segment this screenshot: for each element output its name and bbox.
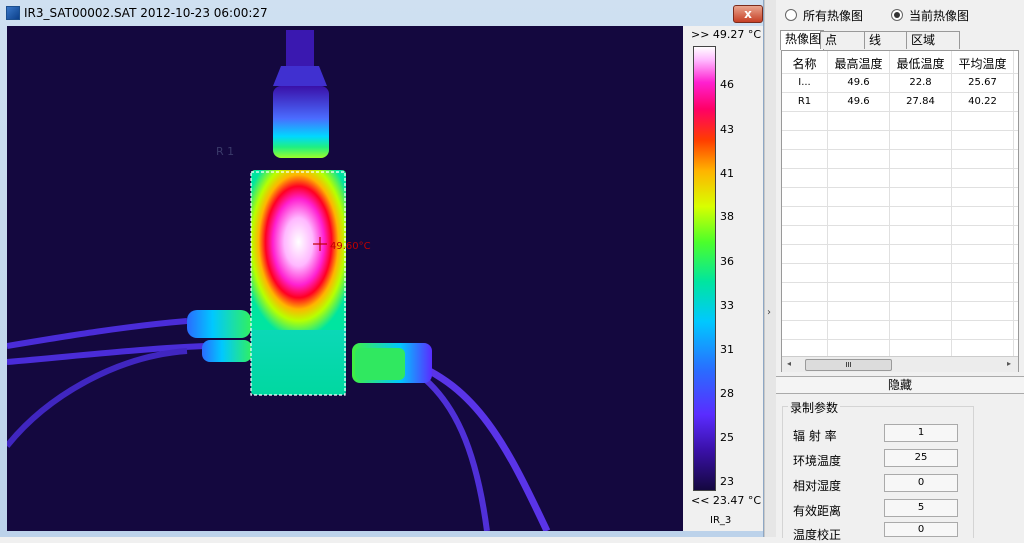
- param-label-emissivity: 辐 射 率: [793, 429, 837, 443]
- scroll-thumb[interactable]: III: [805, 359, 892, 371]
- table-row[interactable]: I... 49.6 22.8 25.67: [782, 74, 1018, 93]
- thermal-image-window: IR3_SAT00002.SAT 2012-10-23 06:00:27 x R…: [0, 0, 764, 537]
- radio-all-images[interactable]: 所有热像图: [785, 7, 863, 24]
- recording-params-title: 录制参数: [788, 399, 841, 416]
- table-cell: 27.84: [890, 93, 952, 111]
- empty-row: [782, 188, 1018, 207]
- column-divider: [951, 51, 952, 356]
- column-divider: [1013, 51, 1014, 356]
- scale-min-label: << 23.47 °C: [691, 494, 762, 507]
- radio-current-image[interactable]: 当前热像图: [891, 7, 969, 24]
- table-cell: I...: [782, 74, 828, 92]
- tab-point[interactable]: 点: [820, 31, 868, 49]
- scale-tick: 23: [720, 475, 734, 488]
- empty-row: [782, 264, 1018, 283]
- scale-name: IR_3: [710, 515, 732, 526]
- param-label-humidity: 相对湿度: [793, 479, 842, 493]
- scale-tick: 38: [720, 210, 734, 223]
- column-divider: [827, 51, 828, 356]
- param-field-temp-correction[interactable]: 0: [884, 522, 958, 537]
- scale-tick: 41: [720, 167, 734, 180]
- empty-row: [782, 245, 1018, 264]
- empty-row: [782, 321, 1018, 340]
- color-scale: >> 49.27 °C 46 43 41 38 36 33 31 28 25 2…: [683, 26, 763, 531]
- chevron-right-icon[interactable]: ›: [767, 307, 771, 318]
- scale-tick: 33: [720, 299, 734, 312]
- tab-line[interactable]: 线: [864, 31, 910, 49]
- empty-row: [782, 226, 1018, 245]
- param-field-ambient-temp[interactable]: 25: [884, 449, 958, 467]
- scale-tick: 43: [720, 123, 734, 136]
- empty-row: [782, 207, 1018, 226]
- close-button[interactable]: x: [733, 5, 763, 23]
- radio-button-icon[interactable]: [785, 9, 797, 21]
- tab-thermal-image[interactable]: 热像图: [780, 30, 824, 50]
- measurement-table: 名称 最高温度 最低温度 平均温度 I... 49.6 22.8 25.67 R…: [781, 50, 1019, 372]
- roi-label: R 1: [216, 145, 235, 158]
- thermal-image[interactable]: R 1 49.60°C: [7, 26, 683, 531]
- analysis-panel: 所有热像图 当前热像图 热像图 点 线 区域 名称 最高温度 最低温度 平均温度…: [776, 0, 1024, 542]
- horizontal-scrollbar[interactable]: ◂ III ▸: [782, 356, 1018, 372]
- table-row[interactable]: R1 49.6 27.84 40.22: [782, 93, 1018, 112]
- table-cell: 25.67: [952, 74, 1014, 92]
- empty-row: [782, 112, 1018, 131]
- column-header[interactable]: 最高温度: [828, 55, 890, 73]
- table-cell: 49.6: [828, 93, 890, 111]
- table-header-row: 名称 最高温度 最低温度 平均温度: [782, 55, 1018, 74]
- cursor-temperature: 49.60°C: [330, 241, 371, 252]
- scroll-right-icon[interactable]: ▸: [1007, 359, 1011, 368]
- param-label-ambient-temp: 环境温度: [793, 454, 842, 468]
- scale-tick: 46: [720, 78, 734, 91]
- app-icon: [6, 6, 20, 20]
- empty-row: [782, 131, 1018, 150]
- radio-button-selected-icon[interactable]: [891, 9, 903, 21]
- scale-tick: 25: [720, 431, 734, 444]
- empty-row: [782, 150, 1018, 169]
- param-field-humidity[interactable]: 0: [884, 474, 958, 492]
- empty-row: [782, 283, 1018, 302]
- param-label-distance: 有效距离: [793, 504, 842, 518]
- scale-gradient-bar: [693, 46, 716, 491]
- table-cell: 22.8: [890, 74, 952, 92]
- param-label-temp-correction: 温度校正: [793, 528, 842, 542]
- empty-row: [782, 302, 1018, 321]
- measurement-grid: 名称 最高温度 最低温度 平均温度 I... 49.6 22.8 25.67 R…: [782, 51, 1018, 356]
- radio-all-label: 所有热像图: [803, 9, 864, 23]
- column-header[interactable]: 名称: [782, 55, 828, 73]
- empty-row: [782, 169, 1018, 188]
- hide-button[interactable]: 隐藏: [776, 376, 1024, 394]
- table-cell: R1: [782, 93, 828, 111]
- column-header[interactable]: 最低温度: [890, 55, 952, 73]
- column-header[interactable]: 平均温度: [952, 55, 1014, 73]
- param-field-distance[interactable]: 5: [884, 499, 958, 517]
- scale-max-label: >> 49.27 °C: [691, 28, 762, 41]
- scroll-left-icon[interactable]: ◂: [787, 359, 791, 368]
- column-divider: [889, 51, 890, 356]
- scale-tick: 28: [720, 387, 734, 400]
- radio-current-label: 当前热像图: [909, 9, 970, 23]
- thermal-image-render: [7, 30, 551, 531]
- tab-area[interactable]: 区域: [906, 31, 960, 49]
- table-cell: 49.6: [828, 74, 890, 92]
- title-bar: IR3_SAT00002.SAT 2012-10-23 06:00:27 x: [0, 0, 763, 26]
- param-field-emissivity[interactable]: 1: [884, 424, 958, 442]
- scale-tick: 31: [720, 343, 734, 356]
- window-title: IR3_SAT00002.SAT 2012-10-23 06:00:27: [24, 6, 268, 20]
- scale-tick: 36: [720, 255, 734, 268]
- table-cell: 40.22: [952, 93, 1014, 111]
